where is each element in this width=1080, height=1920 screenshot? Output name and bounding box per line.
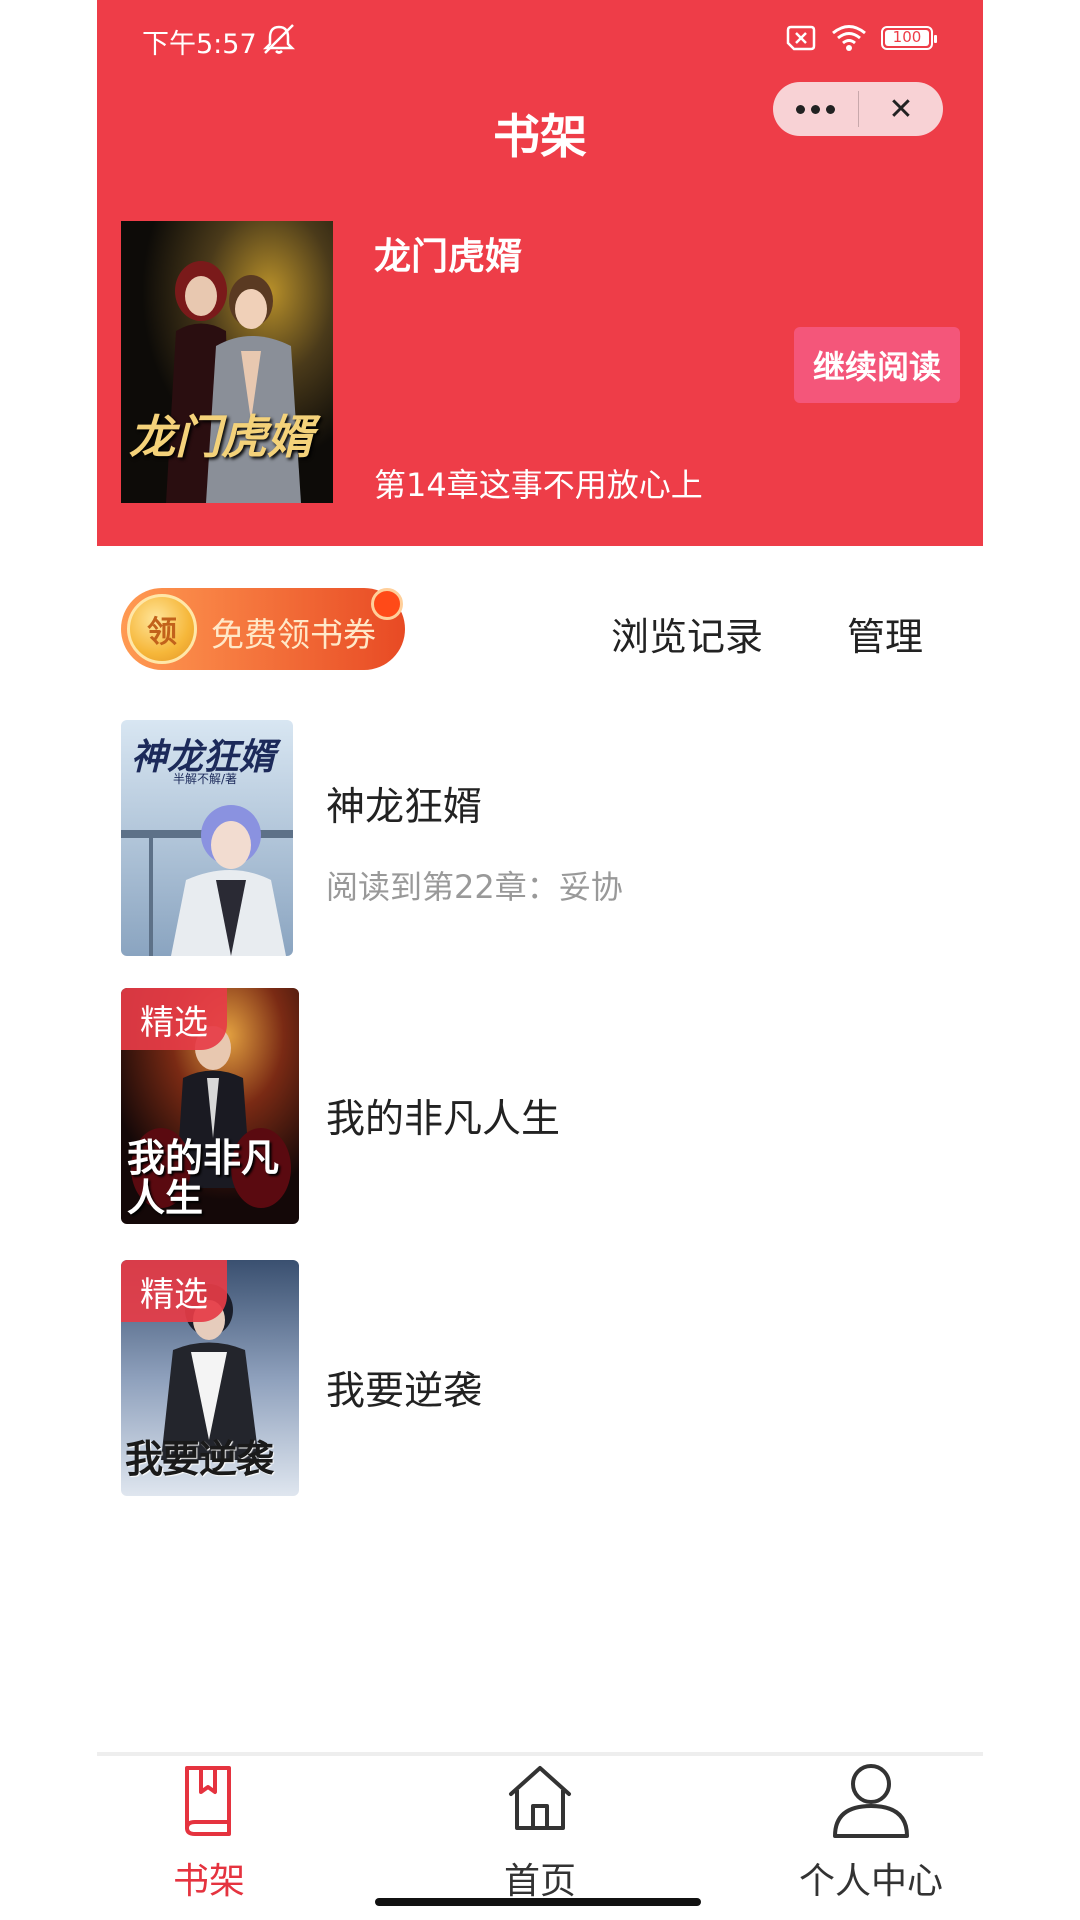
coupon-badge-icon: 领 xyxy=(127,594,197,664)
tab-profile[interactable]: 个人中心 xyxy=(771,1762,971,1902)
tab-label: 书架 xyxy=(172,1861,245,1902)
list-item[interactable]: 我的非凡人生 精选 我的非凡人生 xyxy=(97,988,983,1228)
featured-tag: 精选 xyxy=(121,1260,227,1322)
continue-reading-button[interactable]: 继续阅读 xyxy=(794,327,960,403)
tab-bar: 书架 首页 个人中心 xyxy=(97,1752,983,1920)
dot-icon xyxy=(811,104,820,114)
tab-label: 首页 xyxy=(503,1861,576,1902)
book-cover[interactable]: 我要逆袭 精选 xyxy=(121,1260,299,1496)
cover-title-text: 我的非凡人生 xyxy=(127,1136,280,1220)
featured-tag: 精选 xyxy=(121,988,227,1050)
close-button[interactable]: ✕ xyxy=(859,82,943,136)
cover-author-text: 半解不解/著 xyxy=(173,772,238,786)
manage-button[interactable]: 管理 xyxy=(847,606,923,661)
status-icons: 100 xyxy=(785,24,937,52)
mute-icon xyxy=(262,24,296,54)
user-icon xyxy=(833,1764,909,1838)
battery-level: 100 xyxy=(892,28,922,46)
bookshelf-screen: 下午5:57 100 书架 ✕ 龙门虎婿 龙门虎婿 继续阅读 第14章这事不用放… xyxy=(97,0,983,1920)
cover-title-text: 龙门虎婿 xyxy=(129,410,313,464)
dot-icon xyxy=(796,104,805,114)
tab-label: 个人中心 xyxy=(798,1861,943,1902)
book-title: 我的非凡人生 xyxy=(326,1097,561,1142)
cover-title-text: 我要逆袭 xyxy=(125,1437,274,1481)
current-book-title[interactable]: 龙门虎婿 xyxy=(374,226,522,280)
header: 下午5:57 100 书架 ✕ 龙门虎婿 龙门虎婿 继续阅读 第14章这事不用放… xyxy=(97,0,983,546)
list-item[interactable]: 神龙狂婿 半解不解/著 神龙狂婿 阅读到第22章：妥协 xyxy=(97,718,983,958)
dot-icon xyxy=(826,104,835,114)
book-cover[interactable]: 我的非凡人生 精选 xyxy=(121,988,299,1224)
notification-dot xyxy=(371,588,403,620)
home-icon xyxy=(509,1766,571,1830)
history-button[interactable]: 浏览记录 xyxy=(611,606,763,661)
list-item[interactable]: 我要逆袭 精选 我要逆袭 xyxy=(97,1260,983,1500)
mini-program-capsule: ✕ xyxy=(773,82,943,136)
tab-home[interactable]: 首页 xyxy=(440,1762,640,1902)
current-book-chapter: 第14章这事不用放心上 xyxy=(374,466,703,504)
tab-bookshelf[interactable]: 书架 xyxy=(109,1762,309,1902)
sim-off-icon xyxy=(786,25,816,51)
current-book-cover[interactable]: 龙门虎婿 xyxy=(121,221,333,503)
battery-icon: 100 xyxy=(881,26,937,50)
book-icon xyxy=(185,1766,231,1836)
coupon-label: 免费领书券 xyxy=(211,615,376,654)
free-coupon-button[interactable]: 领 免费领书券 xyxy=(121,588,405,670)
status-time: 下午5:57 xyxy=(142,29,257,60)
home-indicator[interactable] xyxy=(375,1898,701,1906)
more-button[interactable] xyxy=(773,82,858,136)
book-title: 神龙狂婿 xyxy=(326,785,483,830)
book-title: 我要逆袭 xyxy=(326,1369,483,1414)
book-cover[interactable]: 神龙狂婿 半解不解/著 xyxy=(121,720,293,956)
book-progress: 阅读到第22章：妥协 xyxy=(326,868,623,906)
wifi-icon xyxy=(832,25,866,51)
